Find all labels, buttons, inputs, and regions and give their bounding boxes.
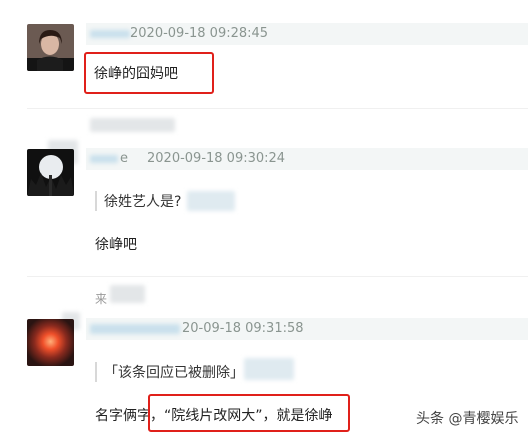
- comment-meta: 20-09-18 09:31:58: [86, 318, 528, 340]
- redacted-block: [187, 191, 235, 211]
- avatar[interactable]: [27, 149, 74, 196]
- redacted-block: [110, 285, 145, 303]
- username-redacted: [90, 324, 180, 334]
- comment-text-highlight: ，“院线片改网大”，就是徐峥: [150, 408, 333, 424]
- comment-text: 徐峥的囧妈吧: [94, 66, 178, 82]
- redacted-block: [90, 118, 175, 132]
- username-redacted: [90, 30, 130, 38]
- comment-label: 来: [95, 292, 108, 306]
- watermark: 头条 @青樱娱乐: [416, 411, 519, 427]
- redacted-block: [244, 358, 294, 380]
- comment-meta: 2020-09-18 09:28:45: [86, 23, 528, 45]
- username-redacted: [90, 155, 118, 163]
- comment-timestamp: 2020-09-18 09:28:45: [130, 26, 269, 41]
- avatar[interactable]: [27, 319, 74, 366]
- divider: [27, 108, 528, 109]
- quoted-reply: 「该条回应已被删除」: [95, 362, 244, 382]
- quoted-reply: 徐姓艺人是?: [95, 191, 181, 211]
- comment-meta: e 2020-09-18 09:30:24: [86, 148, 528, 170]
- comment-text: 名字俩字: [95, 408, 151, 424]
- comment-timestamp: 2020-09-18 09:30:24: [147, 151, 286, 166]
- avatar-image: [27, 149, 74, 196]
- comment-text: 徐峥吧: [95, 237, 137, 253]
- avatar-image: [27, 319, 74, 366]
- comment-timestamp: 20-09-18 09:31:58: [182, 321, 304, 336]
- comment-username: e: [120, 151, 128, 166]
- avatar-image: [27, 24, 74, 71]
- divider: [27, 276, 528, 277]
- avatar[interactable]: [27, 24, 74, 71]
